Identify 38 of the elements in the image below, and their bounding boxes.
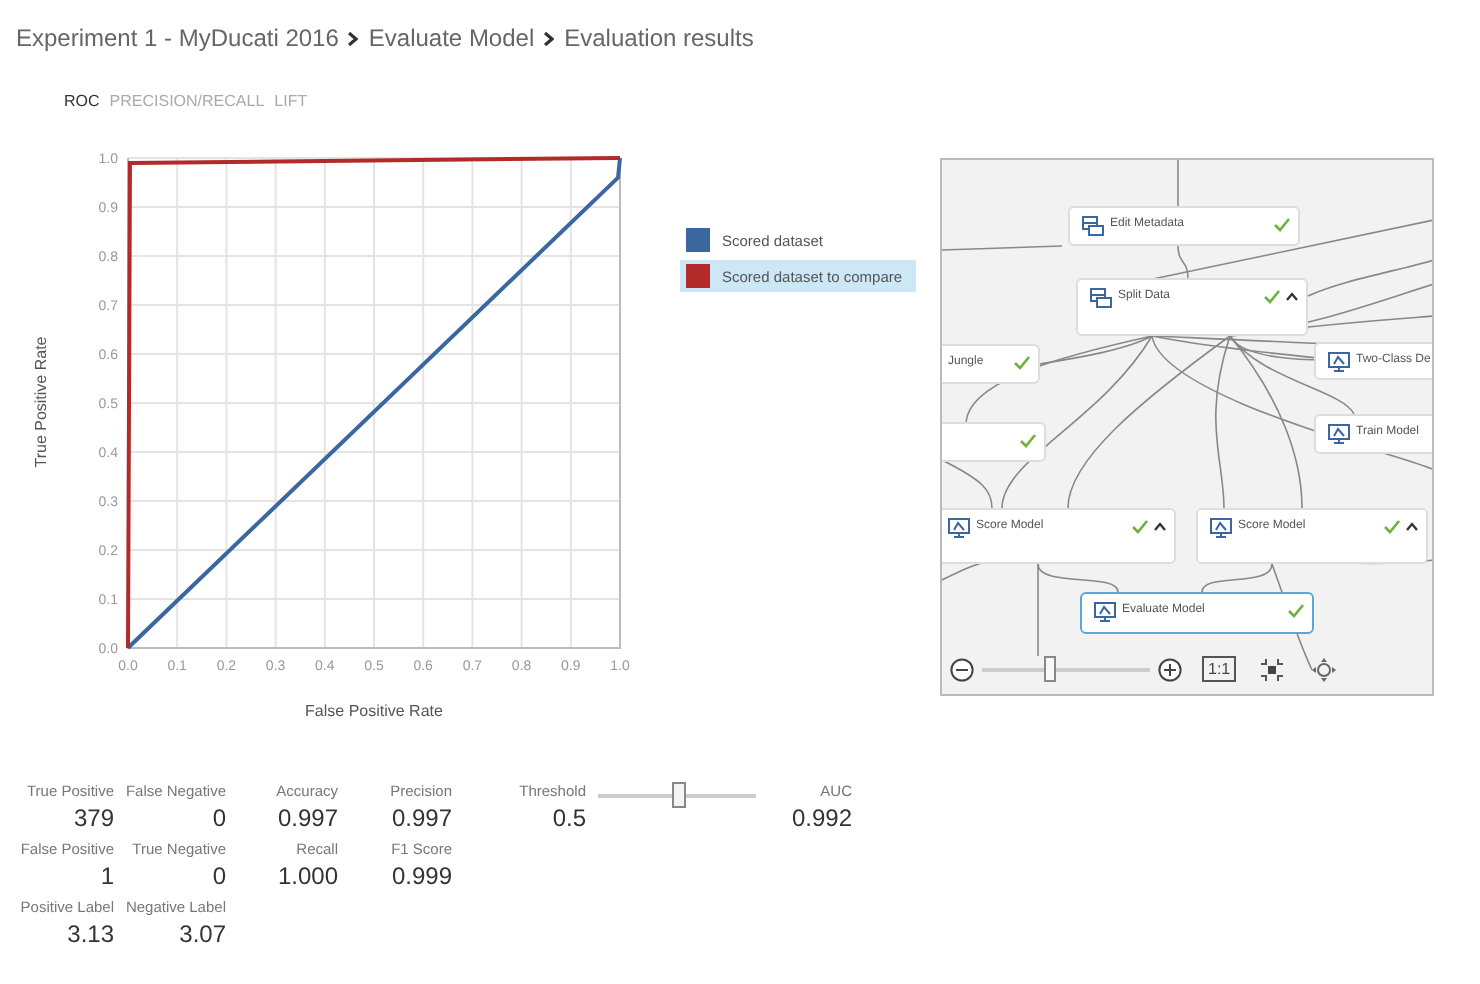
- slider-thumb[interactable]: [671, 782, 685, 808]
- monitor-icon: [1210, 518, 1232, 538]
- chevron-icon: [544, 31, 555, 45]
- slider-thumb[interactable]: [1044, 656, 1057, 682]
- table-icon: [1090, 288, 1112, 308]
- metric-value: 1.000: [277, 862, 338, 890]
- monitor-icon: [1094, 602, 1116, 622]
- monitor-icon: [1328, 352, 1350, 372]
- fit-icon[interactable]: [1260, 657, 1285, 681]
- zoom-in-icon[interactable]: [1158, 657, 1182, 681]
- axis-title: True Positive Rate: [32, 336, 50, 468]
- chevron-icon: [348, 31, 359, 45]
- metric-value: 0.999: [391, 862, 452, 890]
- breadcrumb-item: Evaluation results: [564, 24, 754, 52]
- metric-value: 0.997: [391, 804, 452, 832]
- metric-value: 0.997: [277, 804, 338, 832]
- metric-value: 0.5: [552, 804, 586, 832]
- caret-icon[interactable]: [1286, 292, 1298, 302]
- metric-value: 3.07: [179, 920, 226, 948]
- breadcrumb-item[interactable]: Evaluate Model: [368, 24, 535, 52]
- metric-value: 3.13: [67, 920, 114, 948]
- actual-size-button[interactable]: 1:1: [1202, 656, 1237, 682]
- module-node[interactable]: [942, 422, 1046, 462]
- table-icon: [1082, 216, 1104, 236]
- chart-tab[interactable]: ROC: [64, 86, 100, 114]
- breadcrumb-item[interactable]: Experiment 1 - MyDucati 2016: [16, 24, 339, 52]
- metric-value: 0.992: [791, 804, 852, 832]
- metric-value: 0: [212, 862, 226, 890]
- monitor-icon: [948, 518, 970, 538]
- axis-title: False Positive Rate: [305, 702, 443, 720]
- caret-icon[interactable]: [1406, 522, 1418, 532]
- caret-icon[interactable]: [1154, 522, 1166, 532]
- metric-value: 0: [212, 804, 226, 832]
- zoom-out-icon[interactable]: [950, 657, 974, 681]
- metric-value: 379: [73, 804, 114, 832]
- metric-value: 1: [100, 862, 114, 890]
- monitor-icon: [1328, 424, 1350, 444]
- pan-icon[interactable]: [1312, 657, 1337, 681]
